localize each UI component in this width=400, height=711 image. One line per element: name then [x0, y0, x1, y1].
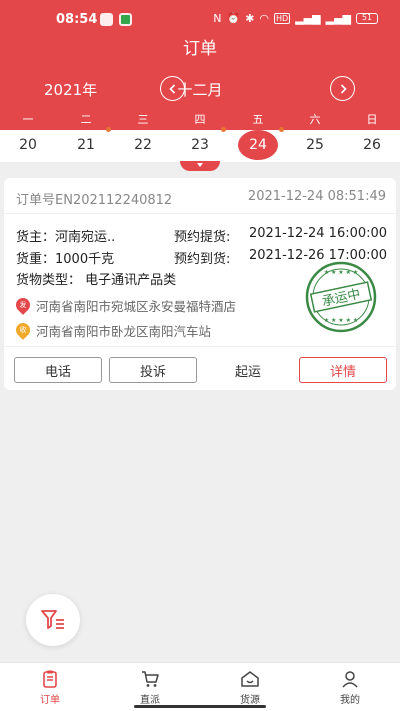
origin-address-row: 发 河南省南阳市宛城区永安曼福特酒店	[13, 294, 237, 315]
destination-address: 河南省南阳市卧龙区南阳汽车站	[36, 324, 212, 339]
order-card[interactable]: 订单号EN202112240812 2021-12-24 08:51:49 货主…	[4, 178, 396, 390]
prev-month-button[interactable]	[160, 76, 185, 101]
tab-orders[interactable]: 订单	[20, 669, 80, 706]
date-number: 25	[306, 137, 324, 153]
depart-button[interactable]: 起运	[204, 357, 292, 383]
date-cell[interactable]: 25	[295, 130, 335, 162]
home-indicator	[134, 705, 266, 708]
weekday-label: 四	[194, 113, 206, 126]
order-card-header: 订单号EN202112240812 2021-12-24 08:51:49	[4, 178, 396, 214]
date-number: 20	[19, 137, 37, 153]
weekday-label: 一	[22, 113, 34, 126]
arrival-label: 预约到货:	[174, 252, 231, 267]
nfc-icon: N	[213, 12, 222, 25]
date-cell[interactable]: 23	[180, 130, 220, 162]
pickup-time: 2021-12-24 16:00:00	[249, 226, 388, 241]
message-app-icon	[100, 13, 113, 26]
order-actions: 电话 投诉 起运 详情	[4, 346, 396, 390]
event-dot	[220, 127, 226, 132]
signal-icon: ▂▄▆	[295, 12, 321, 25]
order-number: 订单号EN202112240812	[16, 193, 173, 208]
signal-icon-2: ▂▄▆	[325, 12, 351, 25]
origin-pin-icon: 发	[13, 294, 33, 315]
tab-direct[interactable]: 直派	[120, 669, 180, 706]
weekday-label: 六	[309, 113, 321, 126]
status-bar: 08:54 N ⏰ ✱ ◠ HD ▂▄▆ ▂▄▆ 51	[0, 10, 400, 30]
weekday-label: 日	[366, 113, 378, 126]
detail-button[interactable]: 详情	[299, 357, 387, 383]
destination-pin-icon: 收	[13, 319, 33, 340]
bottom-tabbar: 订单 直派 货源 我的	[0, 662, 400, 711]
status-indicators: N ⏰ ✱ ◠ HD ▂▄▆ ▂▄▆ 51	[213, 12, 378, 25]
event-dot	[105, 127, 111, 132]
svg-text:★ ★ ★ ★ ★: ★ ★ ★ ★ ★	[324, 269, 359, 276]
date-cell[interactable]: 22	[123, 130, 163, 162]
notification-icons	[100, 13, 132, 26]
destination-address-row: 收 河南省南阳市卧龙区南阳汽车站	[13, 319, 212, 340]
filter-button[interactable]	[26, 594, 80, 646]
page-title: 订单	[183, 39, 217, 59]
alarm-icon: ⏰	[226, 12, 241, 25]
chevron-right-icon	[340, 83, 347, 94]
wechat-app-icon	[119, 13, 132, 26]
date-number: 24	[249, 137, 267, 153]
tab-profile[interactable]: 我的	[320, 669, 380, 706]
in-transit-stamp: ★ ★ ★ ★ ★ ★ ★ ★ ★ ★ 承运中	[305, 261, 377, 333]
bluetooth-icon: ✱	[245, 12, 255, 25]
tab-label: 我的	[340, 695, 360, 706]
date-cell[interactable]: 21	[66, 130, 106, 162]
status-time: 08:54	[56, 12, 98, 27]
weekday-label: 三	[137, 113, 149, 126]
date-strip: 20 21 22 23 24 25 26	[0, 127, 400, 162]
complaint-button[interactable]: 投诉	[109, 357, 197, 383]
weekday-label: 五	[252, 113, 264, 126]
cargo-weight: 货重：1000千克	[16, 252, 115, 267]
filter-icon	[41, 610, 64, 629]
date-number: 21	[77, 137, 95, 153]
weekday-label: 二	[80, 113, 92, 126]
date-number: 23	[191, 137, 209, 153]
order-icon	[43, 670, 57, 688]
date-number: 26	[363, 137, 381, 153]
date-number: 22	[134, 137, 152, 153]
tab-label: 订单	[40, 695, 60, 706]
chevron-left-icon	[168, 83, 175, 94]
month-selector: 2021年 十二月	[0, 76, 400, 101]
collapse-calendar-toggle[interactable]	[180, 161, 220, 171]
home-icon	[241, 671, 259, 687]
pickup-label: 预约提货:	[174, 230, 231, 245]
weekday-row: 一 二 三 四 五 六 日	[0, 111, 400, 127]
battery-icon: 51	[356, 13, 378, 24]
origin-address: 河南省南阳市宛城区永安曼福特酒店	[36, 299, 237, 314]
hd-icon: HD	[274, 13, 291, 24]
cart-icon	[142, 671, 159, 687]
svg-text:★ ★ ★ ★ ★: ★ ★ ★ ★ ★	[324, 317, 359, 324]
tab-cargo-source[interactable]: 货源	[220, 669, 280, 706]
shipper: 货主：河南宛运..	[16, 230, 116, 245]
phone-button[interactable]: 电话	[14, 357, 102, 383]
wifi-icon: ◠	[259, 12, 270, 25]
order-created-time: 2021-12-24 08:51:49	[247, 189, 386, 204]
date-cell[interactable]: 20	[8, 130, 48, 162]
cargo-type: 货物类型： 电子通讯产品类	[16, 273, 177, 288]
event-dot	[278, 127, 284, 132]
header: 08:54 N ⏰ ✱ ◠ HD ▂▄▆ ▂▄▆ 51 订单 2021年 十二月…	[0, 0, 400, 130]
date-cell[interactable]: 26	[352, 130, 392, 162]
date-cell-selected[interactable]: 24	[238, 130, 278, 162]
user-icon	[342, 671, 358, 688]
next-month-button[interactable]	[330, 76, 355, 101]
